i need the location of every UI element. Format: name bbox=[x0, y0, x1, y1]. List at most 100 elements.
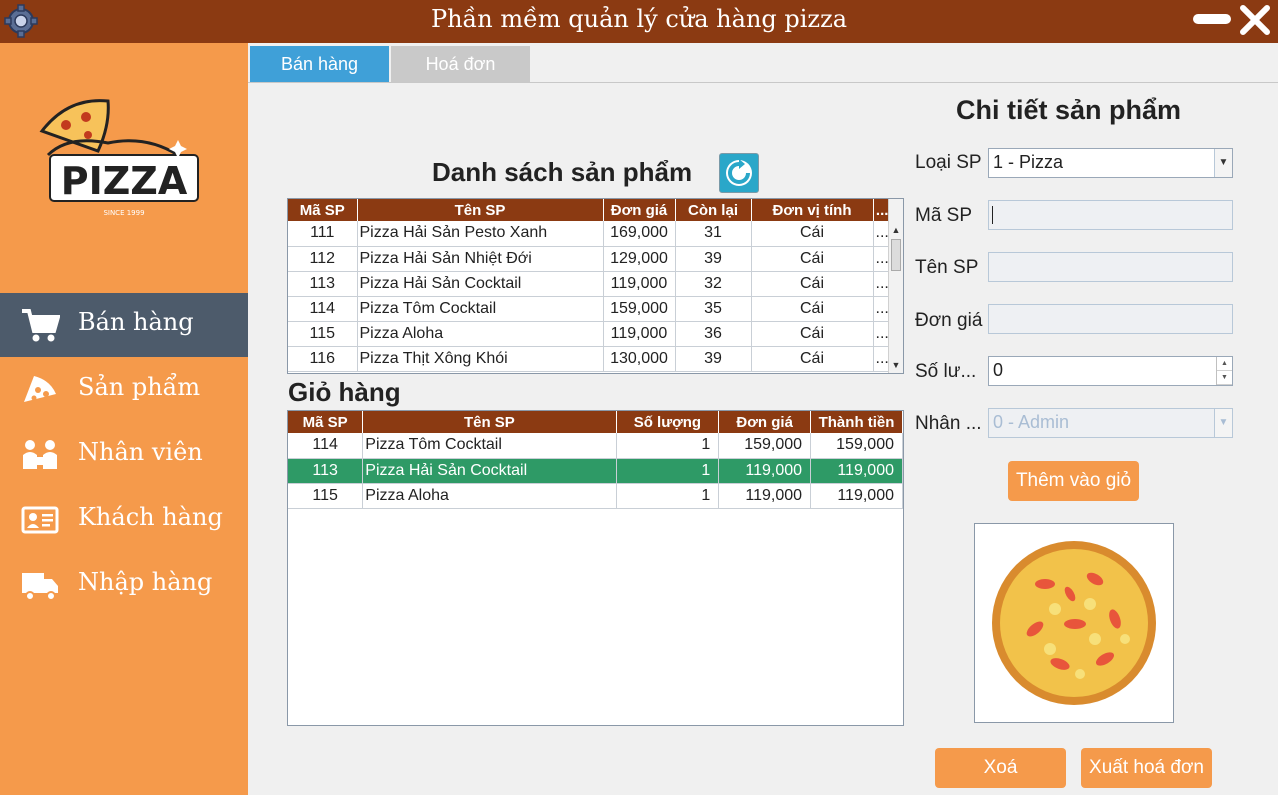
cell: Cái bbox=[751, 271, 874, 297]
tab-ban-hang[interactable]: Bán hàng bbox=[250, 46, 389, 82]
sidebar-item-nhan-vien[interactable]: Nhân viên bbox=[0, 423, 248, 487]
staff-select: 0 - Admin ▼ bbox=[988, 408, 1233, 438]
pizza-slice-icon bbox=[24, 376, 56, 402]
products-table[interactable]: Mã SP Tên SP Đơn giá Còn lại Đơn vị tính… bbox=[287, 198, 904, 374]
table-row-selected[interactable]: 113 Pizza Hải Sản Cocktail 1 119,000 119,000 bbox=[288, 458, 903, 484]
column-header[interactable]: Tên SP bbox=[362, 411, 617, 433]
table-row[interactable]: 113 Pizza Hải Sản Cocktail 119,000 32 Cái... bbox=[288, 271, 892, 297]
column-header[interactable]: Đơn giá bbox=[718, 411, 812, 433]
sidebar-item-khach-hang[interactable]: Khách hàng bbox=[0, 488, 248, 552]
cell: 1 bbox=[616, 433, 720, 459]
quantity-stepper[interactable]: 0 ▲ ▼ bbox=[988, 356, 1233, 386]
sidebar-item-label: Sản phẩm bbox=[78, 373, 201, 401]
column-header[interactable]: Đơn vị tính bbox=[751, 199, 874, 221]
cell: Cái bbox=[751, 346, 874, 372]
cell: 159,000 bbox=[603, 296, 676, 322]
cell: Pizza Hải Sản Nhiệt Đới bbox=[357, 246, 604, 272]
column-header[interactable]: Đơn giá bbox=[603, 199, 676, 221]
cell: Cái bbox=[751, 246, 874, 272]
cell: 36 bbox=[675, 321, 752, 347]
sidebar-item-nhap-hang[interactable]: Nhập hàng bbox=[0, 553, 248, 617]
category-select[interactable]: 1 - Pizza ▼ bbox=[988, 148, 1233, 178]
table-row[interactable]: 115 Pizza Aloha 119,000 36 Cái... bbox=[288, 321, 892, 347]
tab-hoa-don[interactable]: Hoá đơn bbox=[391, 46, 530, 82]
table-row[interactable]: 111 Pizza Hải Sản Pesto Xanh 169,000 31 Cái.… bbox=[288, 221, 892, 247]
cell: 130,000 bbox=[603, 346, 676, 372]
scroll-down-icon[interactable]: ▼ bbox=[889, 358, 903, 373]
cell: 1 bbox=[616, 483, 720, 509]
add-to-cart-button[interactable]: Thêm vào giỏ bbox=[1008, 461, 1139, 501]
cell: 35 bbox=[675, 296, 752, 322]
truck-icon bbox=[22, 573, 58, 601]
sidebar-item-label: Nhân viên bbox=[78, 438, 203, 466]
table-row[interactable]: 116 Pizza Thịt Xông Khói 130,000 39 Cái... bbox=[288, 346, 892, 372]
scroll-thumb[interactable] bbox=[891, 239, 901, 271]
cart-table[interactable]: Mã SP Tên SP Số lượng Đơn giá Thành tiền… bbox=[287, 410, 904, 726]
sidebar-item-ban-hang[interactable]: Bán hàng bbox=[0, 293, 248, 357]
cell: Pizza Hải Sản Cocktail bbox=[357, 271, 604, 297]
cell: 113 bbox=[288, 458, 364, 484]
column-header[interactable]: Số lượng bbox=[616, 411, 720, 433]
refresh-icon bbox=[726, 159, 752, 186]
cell: 116 bbox=[288, 346, 358, 372]
logo-text: PIZZA bbox=[61, 159, 188, 203]
product-image bbox=[974, 523, 1174, 723]
price-label: Đơn giá bbox=[915, 310, 983, 331]
table-row[interactable]: 114 Pizza Tôm Cocktail 159,000 35 Cái... bbox=[288, 296, 892, 322]
cell: 112 bbox=[288, 246, 358, 272]
stepper-down-icon[interactable]: ▼ bbox=[1217, 371, 1232, 385]
cell: 119,000 bbox=[810, 483, 903, 509]
table-header-row: Mã SP Tên SP Số lượng Đơn giá Thành tiền bbox=[288, 411, 903, 433]
products-heading: Danh sách sản phẩm bbox=[432, 157, 693, 187]
chevron-down-icon[interactable]: ▼ bbox=[1214, 149, 1232, 177]
cell: Pizza Hải Sản Pesto Xanh bbox=[357, 221, 604, 247]
logo-since: SINCE 1999 bbox=[103, 209, 144, 217]
cell: 114 bbox=[288, 296, 358, 322]
cell: 111 bbox=[288, 221, 358, 247]
minimize-button[interactable] bbox=[1193, 14, 1231, 24]
pizza-logo: PIZZA SINCE 1999 bbox=[39, 99, 199, 217]
products-scrollbar[interactable]: ▲ ▼ bbox=[888, 199, 903, 373]
column-header[interactable]: Thành tiền bbox=[810, 411, 903, 433]
table-row[interactable]: 114 Pizza Tôm Cocktail 1 159,000 159,000 bbox=[288, 433, 903, 459]
cell: 113 bbox=[288, 271, 358, 297]
category-label: Loại SP bbox=[915, 152, 982, 173]
column-header[interactable]: Còn lại bbox=[675, 199, 752, 221]
stepper-up-icon[interactable]: ▲ bbox=[1217, 357, 1232, 371]
cell: Pizza Tôm Cocktail bbox=[362, 433, 617, 459]
export-invoice-button[interactable]: Xuất hoá đơn bbox=[1081, 748, 1212, 788]
sidebar-item-label: Bán hàng bbox=[78, 308, 194, 336]
quantity-value: 0 bbox=[993, 360, 1004, 380]
cell: 119,000 bbox=[603, 271, 676, 297]
window-title: Phần mềm quản lý cửa hàng pizza bbox=[430, 5, 848, 33]
scroll-up-icon[interactable]: ▲ bbox=[889, 223, 903, 238]
code-label: Mã SP bbox=[915, 205, 973, 226]
cell: 119,000 bbox=[718, 458, 812, 484]
sidebar-item-label: Nhập hàng bbox=[78, 568, 213, 596]
sidebar-item-label: Khách hàng bbox=[78, 503, 223, 531]
text-caret bbox=[992, 206, 993, 224]
sidebar-item-san-pham[interactable]: Sản phẩm bbox=[0, 358, 248, 422]
refresh-button[interactable] bbox=[719, 153, 759, 193]
name-field[interactable] bbox=[988, 252, 1233, 282]
column-header[interactable]: Tên SP bbox=[357, 199, 604, 221]
cell: Cái bbox=[751, 296, 874, 322]
code-field[interactable] bbox=[988, 200, 1233, 230]
staff-icon bbox=[23, 440, 57, 469]
close-icon[interactable] bbox=[1238, 3, 1272, 37]
table-row[interactable]: 115 Pizza Aloha 1 119,000 119,000 bbox=[288, 483, 903, 509]
cell: 31 bbox=[675, 221, 752, 247]
table-header-row: Mã SP Tên SP Đơn giá Còn lại Đơn vị tính… bbox=[288, 199, 892, 221]
cart-icon bbox=[22, 309, 60, 342]
cell: 39 bbox=[675, 246, 752, 272]
price-field[interactable] bbox=[988, 304, 1233, 334]
cell: 114 bbox=[288, 433, 364, 459]
stepper-buttons[interactable]: ▲ ▼ bbox=[1216, 357, 1232, 385]
title-bar: Phần mềm quản lý cửa hàng pizza bbox=[0, 0, 1278, 43]
delete-button[interactable]: Xoá bbox=[935, 748, 1066, 788]
cell: 119,000 bbox=[603, 321, 676, 347]
cell: Pizza Aloha bbox=[357, 321, 604, 347]
table-row[interactable]: 112 Pizza Hải Sản Nhiệt Đới 129,000 39 Cái..… bbox=[288, 246, 892, 272]
column-header[interactable]: Mã SP bbox=[288, 199, 358, 221]
column-header[interactable]: Mã SP bbox=[288, 411, 364, 433]
